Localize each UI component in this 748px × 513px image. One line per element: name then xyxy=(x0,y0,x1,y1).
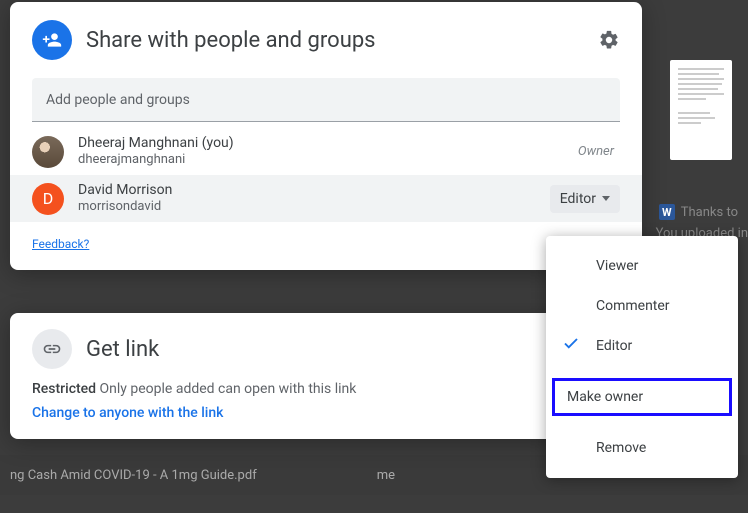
link-icon xyxy=(32,329,72,369)
bg-filename: ng Cash Amid COVID-19 - A 1mg Guide.pdf xyxy=(10,468,257,483)
menu-item-label: Viewer xyxy=(596,258,638,274)
check-icon xyxy=(562,335,580,358)
menu-item-remove[interactable]: Remove xyxy=(546,428,738,468)
role-dropdown-menu: Viewer Commenter Editor Make owner Remov… xyxy=(546,236,738,478)
link-title: Get link xyxy=(86,337,159,362)
doc-preview-thumbnail xyxy=(670,60,732,160)
share-title: Share with people and groups xyxy=(86,28,598,53)
link-restriction-text: Only people added can open with this lin… xyxy=(96,381,356,397)
word-icon: W xyxy=(659,204,675,220)
person-name: David Morrison xyxy=(78,181,550,199)
role-dropdown-label: Editor xyxy=(560,191,596,207)
share-people-icon xyxy=(32,20,72,60)
menu-item-label: Commenter xyxy=(596,298,670,314)
add-people-placeholder: Add people and groups xyxy=(46,92,190,108)
share-header: Share with people and groups xyxy=(10,2,642,72)
avatar: D xyxy=(32,183,64,215)
menu-item-viewer[interactable]: Viewer xyxy=(546,246,738,286)
menu-item-label: Make owner xyxy=(567,389,643,405)
feedback-link-wrap: Feedback? xyxy=(32,236,620,252)
person-name: Dheeraj Manghnani (you) xyxy=(78,134,578,152)
gear-icon[interactable] xyxy=(598,29,620,51)
share-dialog: Share with people and groups Add people … xyxy=(10,2,642,270)
menu-item-editor[interactable]: Editor xyxy=(546,326,738,366)
avatar xyxy=(32,136,64,168)
bg-file-owner: me xyxy=(377,468,395,483)
person-row-owner: Dheeraj Manghnani (you) dheerajmanghnani… xyxy=(10,128,642,175)
role-owner-label: Owner xyxy=(578,144,614,159)
feedback-link[interactable]: Feedback? xyxy=(32,237,89,251)
add-people-input[interactable]: Add people and groups xyxy=(32,78,620,122)
bg-side-text-1: W Thanks to xyxy=(659,204,738,220)
menu-item-label: Editor xyxy=(596,338,632,354)
people-list: Dheeraj Manghnani (you) dheerajmanghnani… xyxy=(10,128,642,222)
link-restriction-label: Restricted xyxy=(32,381,96,397)
change-link-visibility[interactable]: Change to anyone with the link xyxy=(32,405,223,421)
menu-item-label: Remove xyxy=(596,440,646,456)
person-row-editor: D David Morrison morrisondavid Editor xyxy=(10,175,642,222)
link-description: Restricted Only people added can open wi… xyxy=(32,381,620,397)
role-dropdown-button[interactable]: Editor xyxy=(550,185,620,213)
link-header: Get link xyxy=(32,329,620,369)
menu-item-make-owner[interactable]: Make owner xyxy=(552,378,732,416)
bg-side-label-1: Thanks to xyxy=(681,205,738,220)
person-email: morrisondavid xyxy=(78,199,550,216)
chevron-down-icon xyxy=(602,196,610,201)
menu-item-commenter[interactable]: Commenter xyxy=(546,286,738,326)
person-email: dheerajmanghnani xyxy=(78,152,578,169)
